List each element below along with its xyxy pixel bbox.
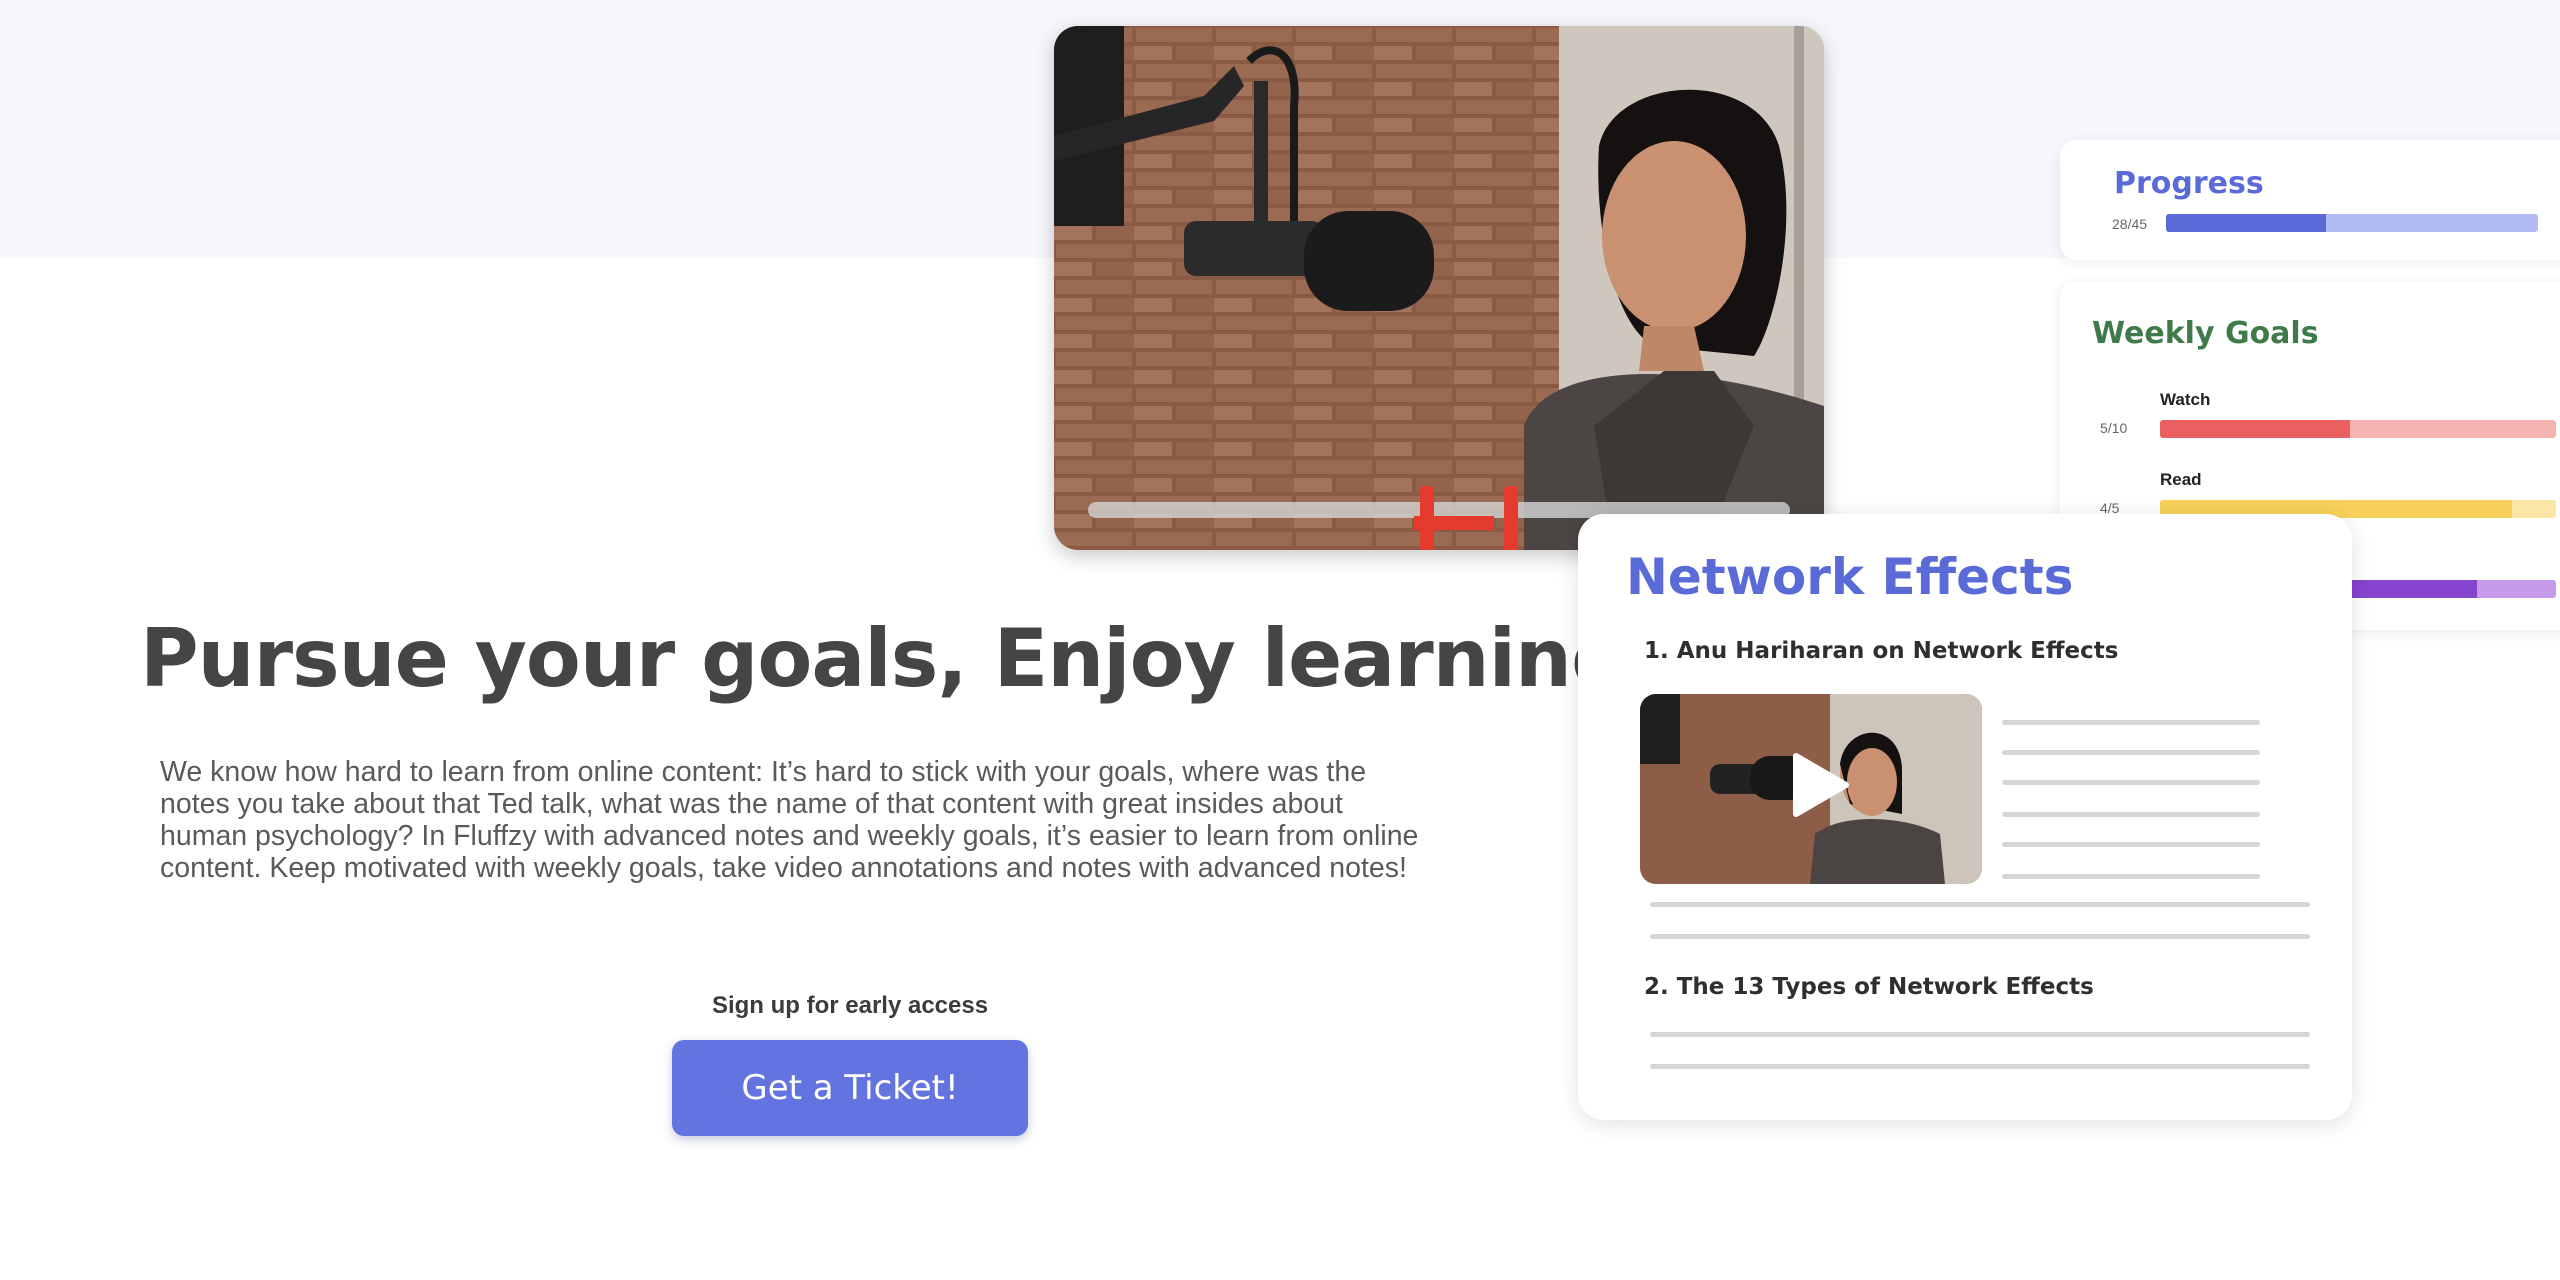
placeholder-line — [1650, 902, 2310, 907]
goal-bar-watch — [2160, 420, 2556, 438]
placeholder-line — [1650, 934, 2310, 939]
get-ticket-button[interactable]: Get a Ticket! — [672, 1040, 1028, 1136]
signup-label: Sign up for early access — [711, 992, 989, 1019]
page-headline: Pursue your goals, Enjoy learning — [140, 612, 1628, 705]
note-item-title[interactable]: 2. The 13 Types of Network Effects — [1644, 974, 2094, 1000]
placeholder-line — [2002, 780, 2260, 785]
video-player[interactable] — [1054, 26, 1824, 550]
goal-label-read: Read — [2160, 470, 2202, 489]
placeholder-line — [2002, 812, 2260, 817]
network-effects-title: Network Effects — [1626, 548, 2074, 606]
placeholder-line — [2002, 750, 2260, 755]
weekly-goals-title: Weekly Goals — [2092, 316, 2319, 351]
placeholder-line — [1650, 1032, 2310, 1037]
note-item-title[interactable]: 1. Anu Hariharan on Network Effects — [1644, 638, 2118, 664]
hero-description: We know how hard to learn from online co… — [160, 756, 1419, 884]
video-frame-image — [1054, 26, 1824, 550]
clip-start-handle[interactable] — [1420, 486, 1434, 550]
placeholder-line — [2002, 842, 2260, 847]
goal-count-watch: 5/10 — [2100, 420, 2128, 436]
play-icon[interactable] — [1790, 752, 1850, 818]
progress-bar — [2166, 214, 2538, 232]
video-thumbnail[interactable] — [1640, 694, 1982, 884]
goal-label-watch: Watch — [2160, 390, 2211, 409]
progress-title: Progress — [2114, 166, 2264, 201]
goal-bar-fill — [2160, 420, 2351, 438]
network-effects-card: Network Effects 1. Anu Hariharan on Netw… — [1578, 514, 2352, 1120]
placeholder-line — [1650, 1064, 2310, 1069]
placeholder-line — [2002, 720, 2260, 725]
progress-count: 28/45 — [2112, 216, 2148, 232]
clip-end-handle[interactable] — [1504, 486, 1518, 550]
progress-card: Progress 28/45 — [2060, 140, 2560, 260]
placeholder-line — [2002, 874, 2260, 879]
progress-bar-fill — [2166, 214, 2326, 232]
